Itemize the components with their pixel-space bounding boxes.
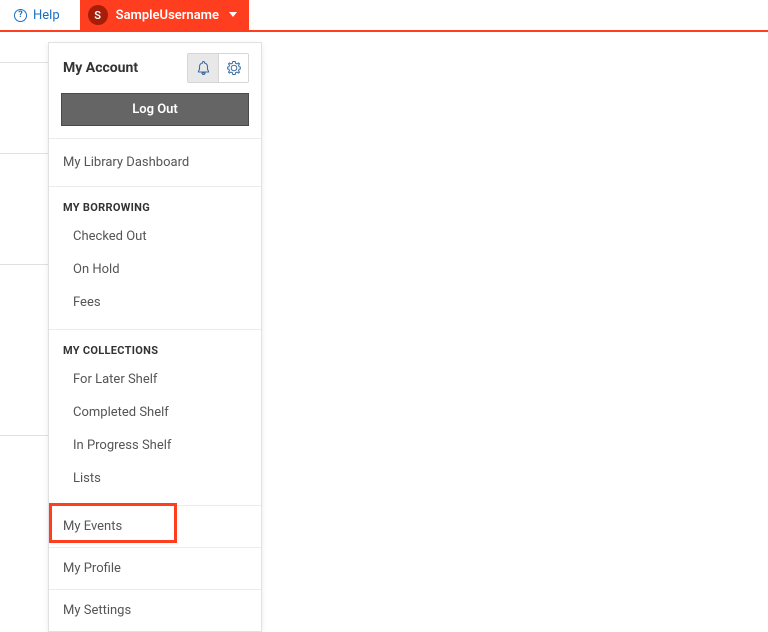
menu-item-on-hold[interactable]: On Hold <box>49 253 261 286</box>
menu-item-fees[interactable]: Fees <box>49 286 261 319</box>
menu-item-in-progress[interactable]: In Progress Shelf <box>49 429 261 462</box>
menu-item-checked-out[interactable]: Checked Out <box>49 220 261 253</box>
collections-header: My Collections <box>49 340 261 363</box>
topbar: ? Help S SampleUsername <box>0 0 768 32</box>
dashboard-section: My Library Dashboard <box>49 138 261 186</box>
username-label: SampleUsername <box>116 8 219 23</box>
help-button[interactable]: ? Help <box>0 0 74 30</box>
menu-item-lists[interactable]: Lists <box>49 462 261 495</box>
dropdown-title: My Account <box>63 60 138 76</box>
borrowing-section: My Borrowing Checked Out On Hold Fees <box>49 186 261 329</box>
user-menu-button[interactable]: S SampleUsername <box>80 0 249 30</box>
menu-item-for-later[interactable]: For Later Shelf <box>49 363 261 396</box>
background-decoration <box>0 34 48 436</box>
logout-button[interactable]: Log Out <box>61 93 249 126</box>
borrowing-header: My Borrowing <box>49 197 261 220</box>
account-dropdown: My Account Log Out My Library Dashboard … <box>48 42 262 632</box>
dropdown-header: My Account <box>49 43 261 93</box>
menu-item-profile[interactable]: My Profile <box>49 547 261 589</box>
menu-item-events[interactable]: My Events <box>49 506 261 547</box>
chevron-down-icon <box>229 10 237 21</box>
bottom-section: My Events My Profile My Settings <box>49 505 261 631</box>
gear-icon <box>227 61 241 75</box>
bell-icon <box>197 61 210 75</box>
help-label: Help <box>33 8 60 23</box>
avatar: S <box>88 5 108 25</box>
menu-item-dashboard[interactable]: My Library Dashboard <box>49 149 261 176</box>
settings-button[interactable] <box>218 54 248 82</box>
header-icon-group <box>187 53 249 83</box>
notifications-button[interactable] <box>188 54 218 82</box>
help-icon: ? <box>14 9 27 22</box>
collections-section: My Collections For Later Shelf Completed… <box>49 329 261 505</box>
menu-item-completed[interactable]: Completed Shelf <box>49 396 261 429</box>
menu-item-settings[interactable]: My Settings <box>49 589 261 631</box>
